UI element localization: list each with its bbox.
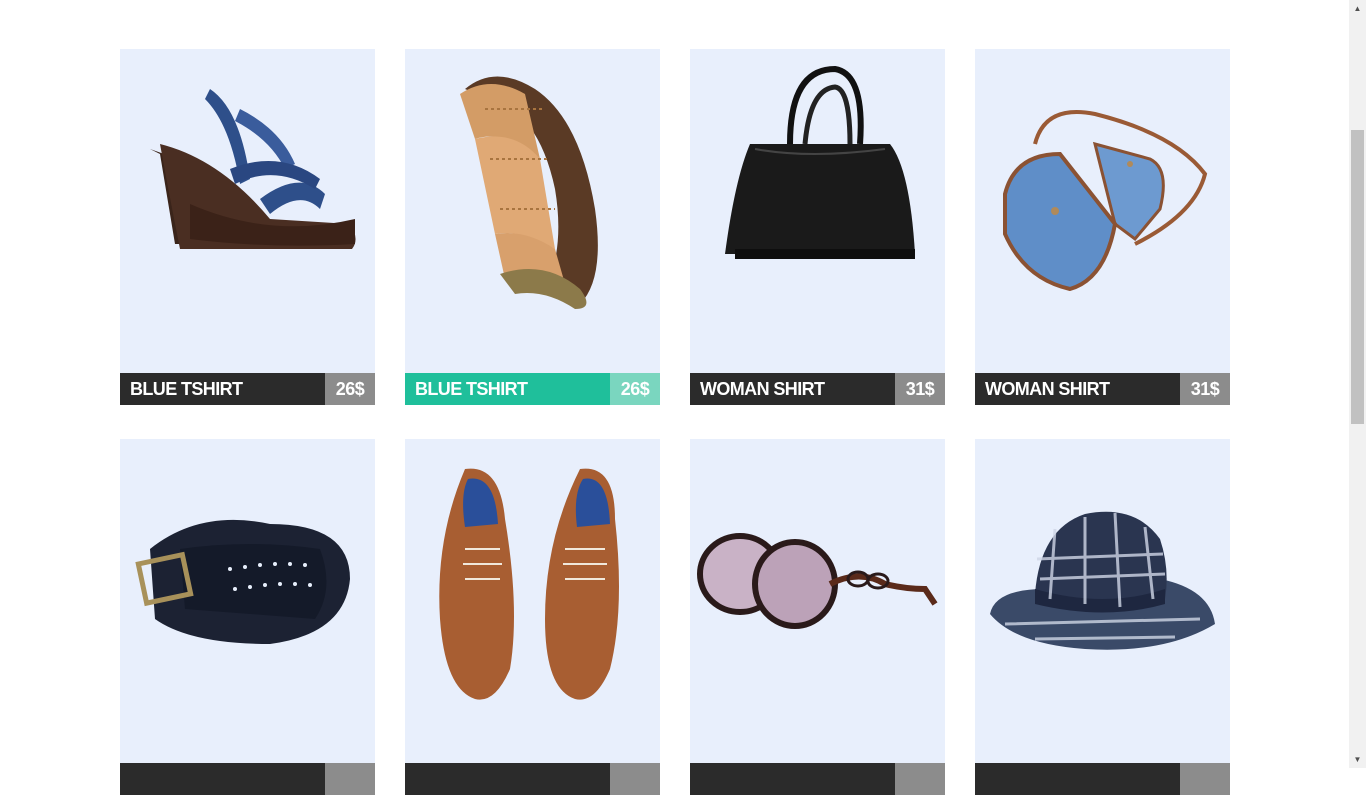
vertical-scrollbar[interactable]: ▲ ▼ [1349, 0, 1366, 768]
product-card[interactable] [975, 439, 1230, 795]
product-card[interactable] [405, 439, 660, 795]
product-name: BLUE TSHIRT [415, 379, 528, 399]
perforated-belt-image [120, 439, 375, 763]
product-price: 26$ [610, 373, 660, 405]
product-caption-bar: BLUE TSHIRT 26$ [120, 373, 375, 405]
high-heel-sandal-image [120, 49, 375, 373]
product-caption-bar: WOMAN SHIRT 31$ [690, 373, 945, 405]
product-price: 26$ [325, 373, 375, 405]
product-price: 31$ [895, 373, 945, 405]
braided-belt-image [405, 49, 660, 373]
arrow-up-icon[interactable]: ▲ [1349, 0, 1366, 17]
product-card[interactable] [120, 439, 375, 795]
plaid-fedora-hat-image [975, 439, 1230, 763]
black-handbag-image [690, 49, 945, 373]
scrollbar-thumb[interactable] [1351, 130, 1364, 424]
product-name: WOMAN SHIRT [985, 379, 1110, 399]
product-price: 31$ [1180, 373, 1230, 405]
denim-shoulder-bag-image [975, 49, 1230, 373]
arrow-down-icon[interactable]: ▼ [1349, 751, 1366, 768]
product-caption-bar: BLUE TSHIRT 26$ [405, 373, 660, 405]
sunglasses-image [690, 439, 945, 763]
product-name: BLUE TSHIRT [130, 379, 243, 399]
product-grid: BLUE TSHIRT 26$ BLUE TSHIRT 26$ WOMAN SH… [0, 0, 1349, 795]
product-caption-bar: WOMAN SHIRT 31$ [975, 373, 1230, 405]
product-name: WOMAN SHIRT [700, 379, 825, 399]
product-card[interactable]: WOMAN SHIRT 31$ [975, 49, 1230, 405]
product-card[interactable] [690, 439, 945, 795]
product-card[interactable]: BLUE TSHIRT 26$ [405, 49, 660, 405]
brown-oxford-shoes-image [405, 439, 660, 763]
product-card[interactable]: BLUE TSHIRT 26$ [120, 49, 375, 405]
product-card[interactable]: WOMAN SHIRT 31$ [690, 49, 945, 405]
